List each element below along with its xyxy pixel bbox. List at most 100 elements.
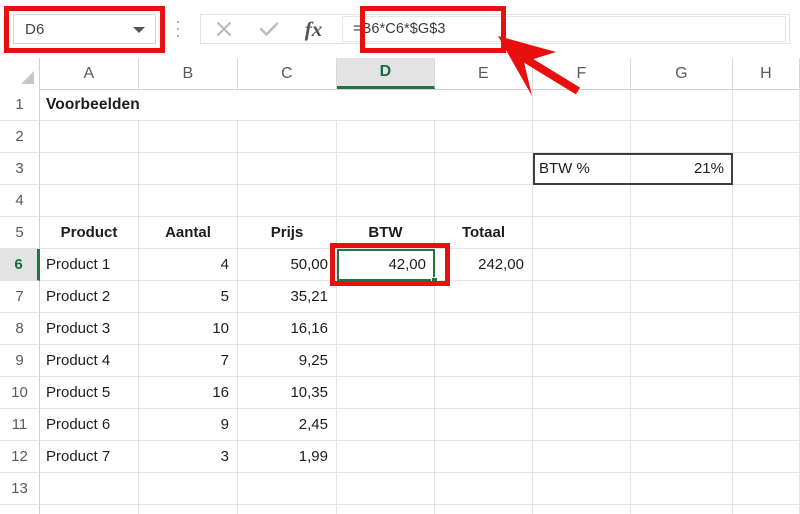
cell-g10[interactable] [631, 377, 733, 409]
cell-e7[interactable] [435, 281, 533, 313]
column-header-a[interactable]: A [40, 58, 139, 89]
cell-e10[interactable] [435, 377, 533, 409]
chevron-down-icon[interactable] [133, 27, 145, 33]
row-header-6[interactable]: 6 [0, 249, 40, 281]
cell-d9[interactable] [337, 345, 435, 377]
cell-e4[interactable] [435, 185, 533, 217]
row-header-2[interactable]: 2 [0, 121, 40, 153]
row-header-13[interactable]: 13 [0, 473, 40, 505]
cell-c11[interactable]: 2,45 [238, 409, 337, 441]
cell-h6[interactable] [733, 249, 800, 281]
column-header-e[interactable]: E [435, 58, 533, 89]
cell-f1[interactable] [533, 89, 631, 121]
cell-a14[interactable] [40, 505, 139, 514]
cell-b3[interactable] [139, 153, 238, 185]
cell-h7[interactable] [733, 281, 800, 313]
row-header-5[interactable]: 5 [0, 217, 40, 249]
cell-g11[interactable] [631, 409, 733, 441]
cell-a12[interactable]: Product 7 [40, 441, 139, 473]
formula-input[interactable]: =B6*C6*$G$3 [342, 16, 786, 42]
cell-c14[interactable] [238, 505, 337, 514]
cell-d12[interactable] [337, 441, 435, 473]
cell-g6[interactable] [631, 249, 733, 281]
cell-a1[interactable]: Voorbeelden gebruik Absolute en Relatiev… [40, 89, 139, 121]
cell-f14[interactable] [533, 505, 631, 514]
cell-f13[interactable] [533, 473, 631, 505]
cell-a11[interactable]: Product 6 [40, 409, 139, 441]
cell-h12[interactable] [733, 441, 800, 473]
row-header-7[interactable]: 7 [0, 281, 40, 313]
fill-handle[interactable] [431, 277, 438, 284]
cell-g8[interactable] [631, 313, 733, 345]
cell-h8[interactable] [733, 313, 800, 345]
cell-d13[interactable] [337, 473, 435, 505]
cell-d8[interactable] [337, 313, 435, 345]
cell-e14[interactable] [435, 505, 533, 514]
cell-f11[interactable] [533, 409, 631, 441]
cell-b7[interactable]: 5 [139, 281, 238, 313]
cell-h2[interactable] [733, 121, 800, 153]
column-header-c[interactable]: C [238, 58, 337, 89]
row-header-14[interactable]: 14 [0, 505, 40, 514]
cell-a7[interactable]: Product 2 [40, 281, 139, 313]
cell-a2[interactable] [40, 121, 139, 153]
cell-b11[interactable]: 9 [139, 409, 238, 441]
row-header-12[interactable]: 12 [0, 441, 40, 473]
cell-h3[interactable] [733, 153, 800, 185]
column-header-b[interactable]: B [139, 58, 238, 89]
cell-b2[interactable] [139, 121, 238, 153]
cell-c1[interactable] [238, 89, 337, 121]
row-header-11[interactable]: 11 [0, 409, 40, 441]
cell-g4[interactable] [631, 185, 733, 217]
cell-f6[interactable] [533, 249, 631, 281]
cell-c2[interactable] [238, 121, 337, 153]
confirm-check-icon[interactable] [246, 15, 291, 43]
cell-f12[interactable] [533, 441, 631, 473]
cell-f3[interactable]: BTW % [533, 153, 631, 185]
cell-g12[interactable] [631, 441, 733, 473]
cell-d1[interactable] [337, 89, 435, 121]
cell-e13[interactable] [435, 473, 533, 505]
cell-g7[interactable] [631, 281, 733, 313]
cell-c7[interactable]: 35,21 [238, 281, 337, 313]
fx-icon[interactable]: fx [291, 15, 336, 43]
cell-d11[interactable] [337, 409, 435, 441]
cell-c13[interactable] [238, 473, 337, 505]
cell-h1[interactable] [733, 89, 800, 121]
cell-h14[interactable] [733, 505, 800, 514]
cell-b10[interactable]: 16 [139, 377, 238, 409]
cell-f8[interactable] [533, 313, 631, 345]
cell-e6[interactable]: 242,00 [435, 249, 533, 281]
cell-c10[interactable]: 10,35 [238, 377, 337, 409]
cell-b14[interactable] [139, 505, 238, 514]
spreadsheet-grid[interactable]: A B C D E F G H 1 2 3 4 5 6 7 8 9 10 11 … [0, 58, 800, 514]
cell-g3[interactable]: 21% [631, 153, 733, 185]
cell-c8[interactable]: 16,16 [238, 313, 337, 345]
cell-d3[interactable] [337, 153, 435, 185]
cell-e1[interactable] [435, 89, 533, 121]
cell-b13[interactable] [139, 473, 238, 505]
cell-b6[interactable]: 4 [139, 249, 238, 281]
cell-g13[interactable] [631, 473, 733, 505]
cell-d2[interactable] [337, 121, 435, 153]
row-header-1[interactable]: 1 [0, 89, 40, 121]
cell-f5[interactable] [533, 217, 631, 249]
cell-c5[interactable]: Prijs [238, 217, 337, 249]
vertical-ellipsis-icon[interactable] [176, 21, 180, 37]
cell-f9[interactable] [533, 345, 631, 377]
cell-d5[interactable]: BTW [337, 217, 435, 249]
cell-f4[interactable] [533, 185, 631, 217]
cell-e2[interactable] [435, 121, 533, 153]
cell-c6[interactable]: 50,00 [238, 249, 337, 281]
cell-h10[interactable] [733, 377, 800, 409]
cell-c9[interactable]: 9,25 [238, 345, 337, 377]
name-box[interactable]: D6 [13, 14, 156, 44]
cell-h13[interactable] [733, 473, 800, 505]
cell-b4[interactable] [139, 185, 238, 217]
cell-d7[interactable] [337, 281, 435, 313]
cell-a10[interactable]: Product 5 [40, 377, 139, 409]
cell-f2[interactable] [533, 121, 631, 153]
column-header-g[interactable]: G [631, 58, 733, 89]
cell-g5[interactable] [631, 217, 733, 249]
row-header-4[interactable]: 4 [0, 185, 40, 217]
